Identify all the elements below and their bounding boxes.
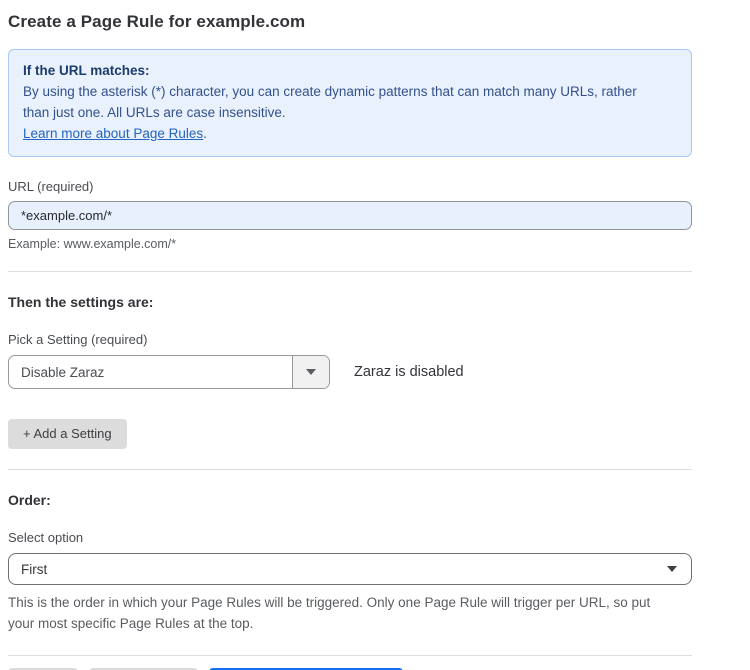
chevron-down-icon xyxy=(667,566,677,572)
url-field-label: URL (required) xyxy=(8,179,692,194)
setting-picker-row: Disable Zaraz Zaraz is disabled xyxy=(8,355,692,389)
settings-section-heading: Then the settings are: xyxy=(8,294,692,310)
order-helper-text: This is the order in which your Page Rul… xyxy=(8,592,678,634)
setting-dropdown[interactable]: Disable Zaraz xyxy=(8,355,330,389)
link-suffix: . xyxy=(203,126,207,141)
divider xyxy=(8,469,692,470)
url-example-helper: Example: www.example.com/* xyxy=(8,237,692,251)
divider xyxy=(8,271,692,272)
page-rule-form: Create a Page Rule for example.com If th… xyxy=(8,0,692,670)
learn-more-link[interactable]: Learn more about Page Rules xyxy=(23,126,203,141)
order-select[interactable]: First xyxy=(8,553,692,585)
setting-picker-label: Pick a Setting (required) xyxy=(8,332,692,347)
info-box-body: By using the asterisk (*) character, you… xyxy=(23,81,663,123)
order-select-value: First xyxy=(21,562,47,577)
setting-dropdown-toggle[interactable] xyxy=(292,356,329,388)
info-box-heading: If the URL matches: xyxy=(23,60,677,81)
add-setting-button[interactable]: + Add a Setting xyxy=(8,419,127,449)
url-match-info-box: If the URL matches: By using the asteris… xyxy=(8,49,692,157)
divider xyxy=(8,655,692,656)
chevron-down-icon xyxy=(306,369,316,375)
order-select-label: Select option xyxy=(8,530,692,545)
page-title: Create a Page Rule for example.com xyxy=(8,12,692,32)
setting-status-text: Zaraz is disabled xyxy=(354,364,464,380)
info-box-link-line: Learn more about Page Rules. xyxy=(23,123,663,144)
url-input[interactable] xyxy=(8,201,692,230)
order-section-heading: Order: xyxy=(8,492,692,508)
setting-dropdown-value: Disable Zaraz xyxy=(9,356,292,388)
